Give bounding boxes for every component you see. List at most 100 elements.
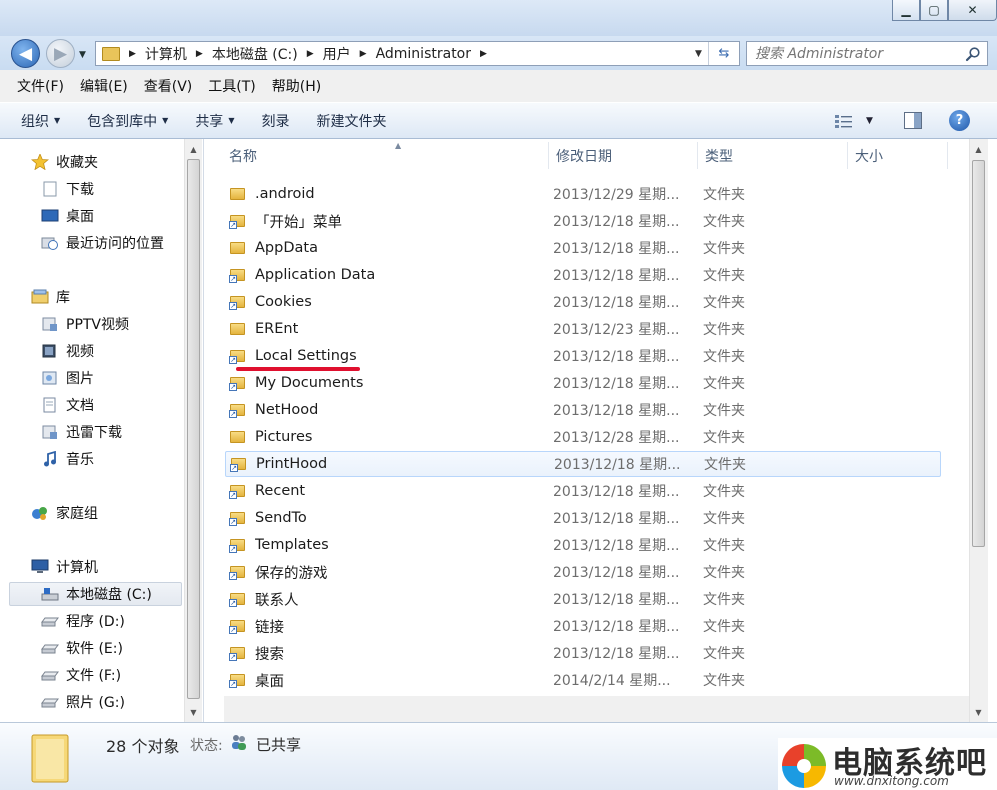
file-date: 2013/12/18 星期... (553, 511, 680, 527)
address-bar[interactable]: ▶ 计算机 ▶ 本地磁盘 (C:) ▶ 用户 ▶ Administrator ▶… (95, 41, 740, 66)
table-row[interactable]: ↗ 「开始」菜单 2013/12/18 星期... 文件夹 (225, 208, 941, 234)
scroll-down-icon[interactable]: ▼ (185, 704, 202, 721)
nav-drive-g[interactable]: 照片 (G:) (41, 690, 125, 714)
searches-icon: ↗ (229, 645, 247, 661)
menu-view[interactable]: 查看(V) (136, 76, 201, 96)
file-name: Pictures (255, 429, 313, 445)
nav-homegroup[interactable]: 家庭组 (31, 501, 98, 525)
breadcrumb-drive-c[interactable]: 本地磁盘 (C:) (212, 42, 298, 65)
nav-pane-scrollbar[interactable]: ▲ ▼ (184, 139, 202, 722)
chevron-right-icon[interactable]: ▶ (129, 49, 136, 59)
column-size[interactable]: 大小 (848, 142, 948, 169)
nav-documents[interactable]: 文档 (41, 393, 94, 417)
nav-drive-c[interactable]: 本地磁盘 (C:) (9, 582, 182, 606)
close-button[interactable]: ✕ (948, 0, 997, 21)
nav-recent-places[interactable]: 最近访问的位置 (41, 231, 164, 255)
organize-label: 组织 (21, 113, 49, 130)
burn-button[interactable]: 刻录 (261, 111, 289, 131)
table-row[interactable]: .android 2013/12/29 星期... 文件夹 (225, 181, 941, 207)
scrollbar-thumb[interactable] (187, 159, 200, 699)
file-date: 2013/12/28 星期... (553, 430, 680, 446)
nav-thunder-downloads[interactable]: 迅雷下载 (41, 420, 122, 444)
nav-label: 图片 (66, 371, 94, 387)
table-row[interactable]: ↗ 桌面 2014/2/14 星期... 文件夹 (225, 667, 941, 693)
breadcrumb-computer[interactable]: 计算机 (145, 42, 187, 65)
table-row[interactable]: ↗ 搜索 2013/12/18 星期... 文件夹 (225, 640, 941, 666)
chevron-right-icon[interactable]: ▶ (480, 49, 487, 59)
preview-pane-button[interactable] (904, 112, 922, 129)
table-row[interactable]: ↗ Local Settings 2013/12/18 星期... 文件夹 (225, 343, 941, 369)
table-row[interactable]: EREnt 2013/12/23 星期... 文件夹 (225, 316, 941, 342)
table-row[interactable]: ↗ Recent 2013/12/18 星期... 文件夹 (225, 478, 941, 504)
menu-file[interactable]: 文件(F) (9, 76, 72, 96)
address-history-dropdown[interactable]: ▼ (691, 42, 706, 65)
hard-drive-icon (41, 617, 59, 627)
menu-help[interactable]: 帮助(H) (264, 76, 329, 96)
file-name: Recent (255, 483, 306, 499)
nav-libraries[interactable]: 库 (31, 285, 70, 309)
nav-favorites[interactable]: 收藏夹 (31, 150, 98, 174)
share-button[interactable]: 共享 ▼ (195, 111, 234, 131)
nav-videos[interactable]: 视频 (41, 339, 94, 363)
column-type[interactable]: 类型 (698, 142, 848, 169)
file-date: 2013/12/18 星期... (553, 484, 680, 500)
include-in-library-button[interactable]: 包含到库中 ▼ (87, 111, 168, 131)
scrollbar-thumb[interactable] (972, 160, 985, 547)
nav-pptv-videos[interactable]: PPTV视频 (41, 312, 129, 336)
back-button[interactable]: ◀ (11, 39, 40, 68)
nav-downloads[interactable]: 下载 (41, 177, 94, 201)
breadcrumb-administrator[interactable]: Administrator (376, 42, 471, 65)
menu-tools[interactable]: 工具(T) (200, 76, 263, 96)
help-button[interactable]: ? (949, 110, 970, 131)
hard-drive-icon (41, 644, 59, 654)
table-row[interactable]: ↗ NetHood 2013/12/18 星期... 文件夹 (225, 397, 941, 423)
search-box[interactable] (746, 41, 988, 66)
file-name: NetHood (255, 402, 319, 418)
chevron-down-icon: ▼ (228, 116, 235, 125)
chevron-right-icon[interactable]: ▶ (196, 49, 203, 59)
chevron-right-icon[interactable]: ▶ (307, 49, 314, 59)
refresh-button[interactable]: ⇆ (708, 42, 739, 65)
new-folder-button[interactable]: 新建文件夹 (316, 111, 386, 131)
menu-edit[interactable]: 编辑(E) (72, 76, 136, 96)
table-row[interactable]: ↗ 联系人 2013/12/18 星期... 文件夹 (225, 586, 941, 612)
column-date-modified[interactable]: 修改日期 (549, 142, 698, 169)
table-row[interactable]: Pictures 2013/12/28 星期... 文件夹 (225, 424, 941, 450)
table-row[interactable]: ↗ My Documents 2013/12/18 星期... 文件夹 (225, 370, 941, 396)
nav-label: 照片 (G:) (66, 695, 125, 711)
scroll-up-icon[interactable]: ▲ (970, 141, 987, 158)
breadcrumb-users[interactable]: 用户 (323, 42, 351, 65)
maximize-button[interactable]: ▢ (920, 0, 948, 21)
scroll-up-icon[interactable]: ▲ (185, 141, 202, 158)
search-icon[interactable] (965, 46, 981, 62)
recent-pages-dropdown[interactable]: ▼ (79, 50, 91, 60)
nav-drive-f[interactable]: 文件 (F:) (41, 663, 121, 687)
table-row[interactable]: ↗ 链接 2013/12/18 星期... 文件夹 (225, 613, 941, 639)
file-date: 2013/12/18 星期... (553, 565, 680, 581)
nav-desktop[interactable]: 桌面 (41, 204, 94, 228)
table-row[interactable]: ↗ SendTo 2013/12/18 星期... 文件夹 (225, 505, 941, 531)
file-type: 文件夹 (703, 430, 745, 446)
column-name[interactable]: ▲ 名称 (222, 141, 549, 169)
nav-computer[interactable]: 计算机 (31, 555, 98, 579)
nav-music[interactable]: 音乐 (41, 447, 94, 471)
table-row[interactable]: ↗ Cookies 2013/12/18 星期... 文件夹 (225, 289, 941, 315)
nav-drive-d[interactable]: 程序 (D:) (41, 609, 125, 633)
nav-pictures[interactable]: 图片 (41, 366, 94, 390)
table-row[interactable]: ↗ PrintHood 2013/12/18 星期... 文件夹 (225, 451, 941, 477)
include-library-label: 包含到库中 (87, 113, 158, 130)
file-date: 2013/12/18 星期... (554, 457, 681, 473)
table-row[interactable]: AppData 2013/12/18 星期... 文件夹 (225, 235, 941, 261)
chevron-right-icon[interactable]: ▶ (360, 49, 367, 59)
file-list-scrollbar[interactable]: ▲ ▼ (969, 139, 988, 722)
search-input[interactable] (755, 45, 960, 62)
table-row[interactable]: ↗ 保存的游戏 2013/12/18 星期... 文件夹 (225, 559, 941, 585)
scroll-down-icon[interactable]: ▼ (970, 704, 987, 721)
nav-drive-e[interactable]: 软件 (E:) (41, 636, 123, 660)
organize-button[interactable]: 组织 ▼ (21, 111, 60, 131)
table-row[interactable]: ↗ Templates 2013/12/18 星期... 文件夹 (225, 532, 941, 558)
table-row[interactable]: ↗ Application Data 2013/12/18 星期... 文件夹 (225, 262, 941, 288)
minimize-button[interactable]: ▁ (892, 0, 920, 21)
forward-button[interactable]: ▶ (46, 39, 75, 68)
change-view-button[interactable]: ▼ (834, 112, 878, 130)
